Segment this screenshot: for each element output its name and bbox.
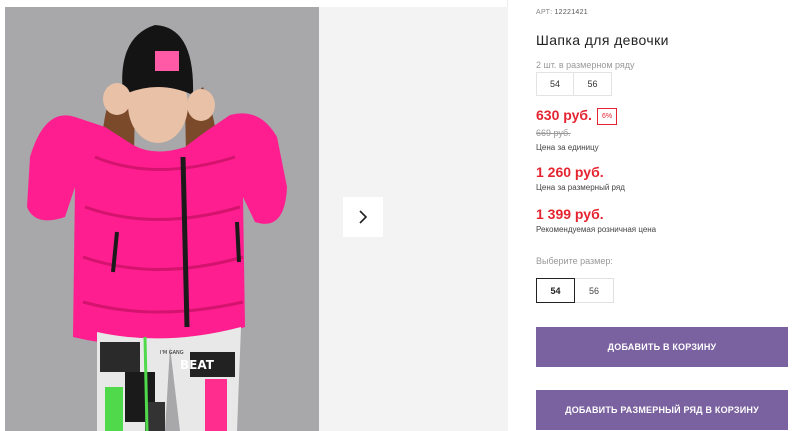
size-select-label: Выберите размер: — [536, 256, 613, 266]
size-selector: 54 56 — [536, 278, 614, 303]
article-label: АРТ: — [536, 9, 553, 16]
chevron-right-icon — [359, 210, 368, 224]
series-count-label: 2 шт. в размерном ряду — [536, 60, 635, 70]
pants-print-gang: I'M GANG — [160, 350, 184, 356]
series-size-54: 54 — [536, 72, 574, 96]
old-price: 669 руб. — [536, 128, 571, 138]
unit-price: 630 руб. — [536, 107, 592, 123]
pants-print-beat: BEAT — [180, 358, 215, 372]
model-illustration: BEAT I'M GANG — [5, 7, 319, 431]
product-photo[interactable]: BEAT I'M GANG — [5, 7, 319, 431]
article-number: АРТ: 12221421 — [536, 9, 588, 16]
add-series-to-cart-button[interactable]: ДОБАВИТЬ РАЗМЕРНЫЙ РЯД В КОРЗИНУ — [536, 390, 788, 430]
product-gallery: BEAT I'M GANG — [0, 0, 508, 431]
retail-price: 1 399 руб. — [536, 206, 604, 222]
product-title: Шапка для девочки — [536, 32, 669, 48]
size-option-56[interactable]: 56 — [575, 278, 614, 303]
unit-price-note: Цена за единицу — [536, 143, 599, 152]
add-to-cart-button[interactable]: ДОБАВИТЬ В КОРЗИНУ — [536, 327, 788, 367]
series-sizes: 54 56 — [536, 72, 612, 96]
article-value: 12221421 — [554, 9, 588, 16]
series-size-56: 56 — [574, 72, 612, 96]
retail-price-note: Рекомендуемая розничная цена — [536, 225, 657, 234]
gallery-next-button[interactable] — [343, 197, 383, 237]
hat-badge — [155, 51, 179, 71]
discount-badge: 6% — [597, 108, 617, 125]
series-price-note: Цена за размерный ряд — [536, 183, 625, 192]
product-info-panel: АРТ: 12221421 Шапка для девочки 2 шт. в р… — [536, 0, 800, 431]
series-price: 1 260 руб. — [536, 164, 604, 180]
size-option-54[interactable]: 54 — [536, 278, 575, 303]
